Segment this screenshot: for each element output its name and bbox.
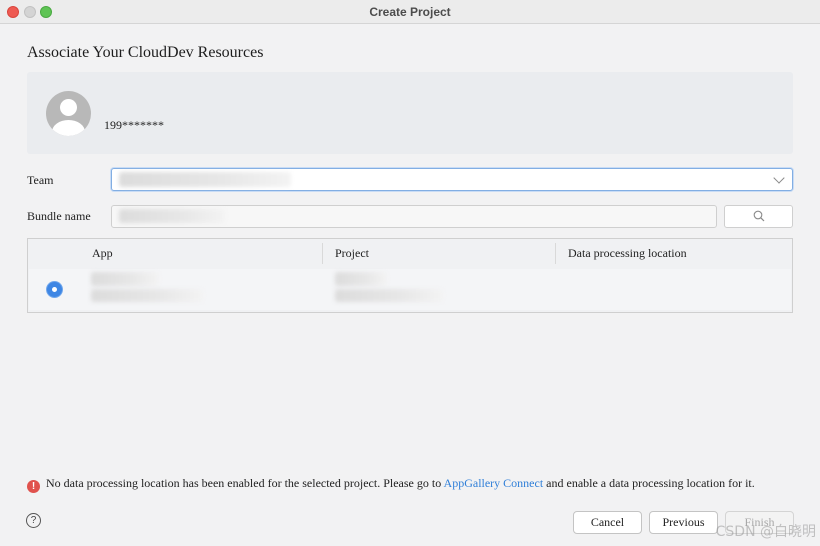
column-divider [555, 243, 556, 264]
title-bar: Create Project [0, 0, 820, 24]
help-icon[interactable]: ? [26, 513, 41, 528]
previous-button[interactable]: Previous [649, 511, 718, 534]
column-header-app: App [92, 246, 113, 260]
cancel-button[interactable]: Cancel [573, 511, 642, 534]
page-heading: Associate Your CloudDev Resources [27, 44, 264, 61]
team-select[interactable] [111, 168, 793, 191]
team-value-redacted [119, 172, 291, 187]
chevron-down-icon [773, 172, 785, 184]
project-name-redacted [335, 272, 387, 286]
row-select-radio[interactable] [47, 282, 62, 297]
account-card: 199******* [27, 72, 793, 154]
bundle-name-input[interactable] [111, 205, 717, 228]
table-row[interactable] [29, 269, 791, 310]
resource-table: App Project Data processing location [27, 238, 793, 313]
error-text-after: and enable a data processing location fo… [543, 476, 755, 490]
avatar [46, 91, 91, 136]
appgallery-connect-link[interactable]: AppGallery Connect [444, 476, 544, 490]
column-header-project: Project [335, 246, 369, 260]
error-message: ! No data processing location has been en… [27, 476, 755, 493]
bundle-name-label: Bundle name [27, 209, 91, 223]
team-label: Team [27, 173, 54, 187]
app-name-redacted [91, 272, 159, 286]
error-text-before: No data processing location has been ena… [46, 476, 444, 490]
bundle-value-redacted [119, 209, 225, 223]
window-title: Create Project [369, 5, 451, 19]
column-divider [322, 243, 323, 264]
search-icon [753, 210, 765, 222]
error-icon: ! [27, 480, 40, 493]
account-name: 199******* [104, 118, 164, 132]
project-id-redacted [335, 289, 443, 302]
watermark: CSDN @白晓明 [715, 524, 816, 540]
search-button[interactable] [724, 205, 793, 228]
column-header-data-location: Data processing location [568, 246, 687, 260]
app-id-redacted [91, 289, 203, 302]
